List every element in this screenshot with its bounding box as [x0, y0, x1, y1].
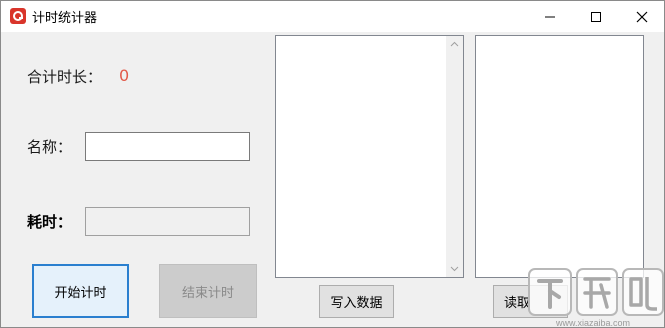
total-duration-value: 0 [119, 66, 130, 85]
name-field[interactable] [85, 132, 250, 161]
minimize-button[interactable] [527, 1, 573, 32]
app-window: 计时统计器 合计时长： 0 名称： 耗时： 开始计时 结束计时 写入数据 读取 … [0, 0, 665, 328]
scroll-down-icon[interactable] [450, 266, 459, 272]
scroll-up-icon[interactable] [450, 41, 459, 47]
name-label: 名称： [27, 138, 73, 156]
svg-text:www.xiazaiba.com: www.xiazaiba.com [555, 318, 630, 328]
close-icon [636, 11, 648, 22]
close-button[interactable] [619, 1, 665, 32]
stop-timer-button: 结束计时 [159, 264, 257, 318]
elapsed-label: 耗时： [27, 213, 73, 231]
maximize-button[interactable] [573, 1, 619, 32]
start-timer-button[interactable]: 开始计时 [32, 264, 129, 318]
write-data-button[interactable]: 写入数据 [319, 285, 394, 318]
title-bar: 计时统计器 [1, 1, 664, 32]
total-duration-label: 合计时长： [27, 68, 103, 86]
records-listbox[interactable] [275, 35, 464, 278]
listbox-scrollbar[interactable] [446, 36, 463, 277]
data-listbox[interactable] [475, 35, 644, 278]
elapsed-field [85, 207, 250, 236]
window-title: 计时统计器 [32, 11, 98, 26]
stopwatch-app-icon [10, 8, 26, 24]
minimize-icon [545, 16, 555, 17]
maximize-icon [591, 11, 601, 22]
read-data-button[interactable]: 读取 [493, 285, 568, 318]
